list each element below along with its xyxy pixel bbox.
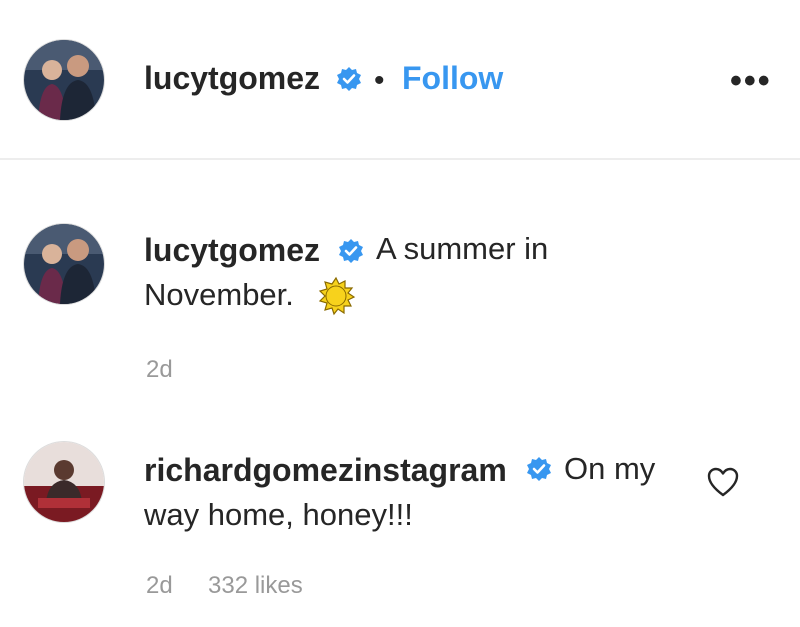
verified-badge-icon	[339, 239, 363, 263]
verified-badge-icon	[527, 457, 551, 481]
comment-username[interactable]: richardgomezinstagram	[144, 452, 507, 489]
heart-icon[interactable]	[706, 466, 740, 498]
verified-badge-icon	[337, 67, 361, 91]
caption-username[interactable]: lucytgomez	[144, 232, 320, 269]
caption-timestamp[interactable]: 2d	[146, 356, 173, 384]
comment-avatar[interactable]	[24, 442, 104, 522]
header-username[interactable]: lucytgomez	[144, 60, 320, 97]
comment-text-line2: way home, honey!!!	[144, 497, 413, 532]
post-header: lucytgomez • Follow •••	[0, 0, 800, 160]
separator-dot: •	[374, 64, 385, 97]
comment-text-line1: On my	[564, 451, 656, 486]
avatar[interactable]	[24, 40, 104, 120]
comment-likes[interactable]: 332 likes	[208, 572, 303, 600]
more-options-icon[interactable]: •••	[730, 64, 772, 98]
follow-button[interactable]: Follow	[402, 60, 503, 97]
caption-avatar[interactable]	[24, 224, 104, 304]
sun-emoji	[318, 276, 356, 316]
caption-text-line1: A summer in	[376, 231, 549, 266]
caption-text-line2: November.	[144, 277, 294, 312]
comment-timestamp[interactable]: 2d	[146, 572, 173, 600]
